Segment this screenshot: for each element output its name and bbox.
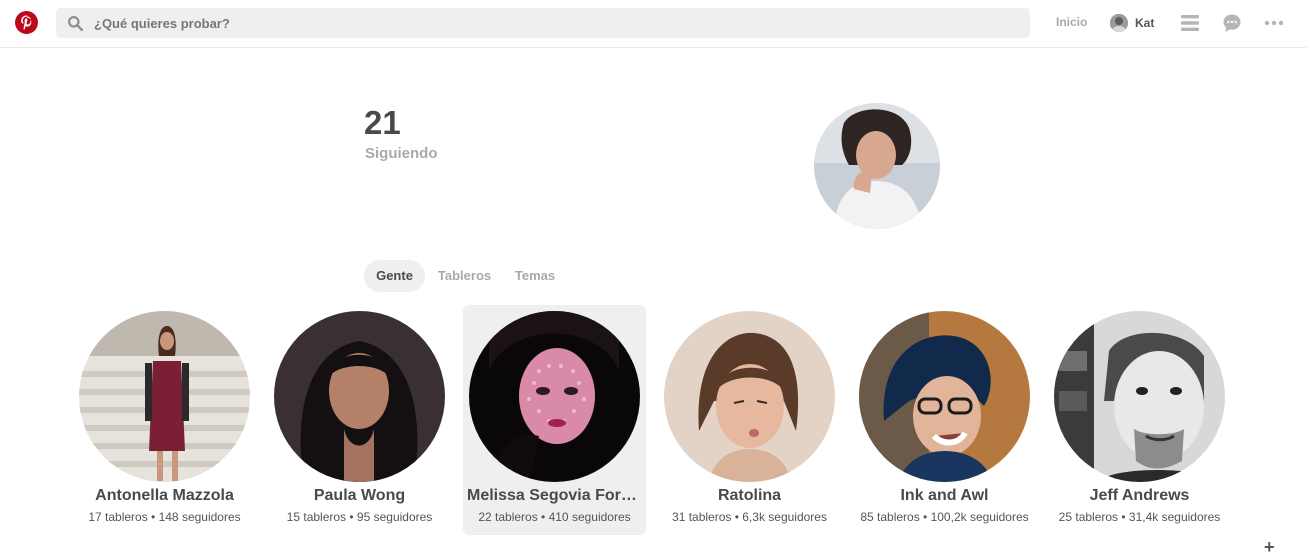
- pinterest-logo[interactable]: [15, 11, 38, 34]
- person-avatar: [274, 311, 445, 482]
- person-name: Melissa Segovia Forr…: [467, 487, 644, 504]
- tab-people[interactable]: Gente: [364, 260, 425, 292]
- person-stats: 15 tableros • 95 seguidores: [286, 510, 433, 524]
- tab-boards[interactable]: Tableros: [431, 260, 498, 292]
- following-label: Siguiendo: [365, 145, 438, 162]
- person-stats: 22 tableros • 410 seguidores: [478, 510, 631, 524]
- plus-icon[interactable]: +: [1264, 538, 1275, 556]
- person-card[interactable]: Jeff Andrews 25 tableros • 31,4k seguido…: [1048, 305, 1231, 535]
- user-name: Kat: [1135, 16, 1155, 30]
- person-avatar: [1054, 311, 1225, 482]
- person-name: Jeff Andrews: [1089, 487, 1190, 504]
- person-avatar: [859, 311, 1030, 482]
- person-stats: 31 tableros • 6,3k seguidores: [672, 510, 827, 524]
- person-stats: 25 tableros • 31,4k seguidores: [1058, 510, 1221, 524]
- tab-topics[interactable]: Temas: [506, 260, 564, 292]
- user-avatar: [1110, 14, 1128, 32]
- person-name: Paula Wong: [313, 487, 406, 504]
- person-avatar: [664, 311, 835, 482]
- top-nav-bar: Inicio Kat: [0, 0, 1306, 48]
- person-stats: 85 tableros • 100,2k seguidores: [860, 510, 1029, 524]
- menu-icon[interactable]: [1179, 13, 1201, 33]
- person-avatar: [469, 311, 640, 482]
- person-stats: 17 tableros • 148 seguidores: [88, 510, 241, 524]
- person-card[interactable]: Melissa Segovia Forr… 22 tableros • 410 …: [463, 305, 646, 535]
- person-card[interactable]: Antonella Mazzola 17 tableros • 148 segu…: [73, 305, 256, 535]
- home-link[interactable]: Inicio: [1056, 15, 1087, 29]
- user-profile-link[interactable]: Kat: [1110, 13, 1154, 33]
- person-avatar: [79, 311, 250, 482]
- person-card[interactable]: Ratolina 31 tableros • 6,3k seguidores: [658, 305, 841, 535]
- messages-icon[interactable]: [1221, 13, 1243, 33]
- person-name: Ink and Awl: [900, 487, 989, 504]
- search-icon: [68, 16, 84, 32]
- person-name: Ratolina: [717, 487, 782, 504]
- more-icon[interactable]: [1263, 13, 1285, 33]
- person-card[interactable]: Paula Wong 15 tableros • 95 seguidores: [268, 305, 451, 535]
- profile-avatar[interactable]: [814, 103, 940, 229]
- person-card[interactable]: Ink and Awl 85 tableros • 100,2k seguido…: [853, 305, 1036, 535]
- search-input[interactable]: [94, 8, 1014, 38]
- following-count: 21: [364, 104, 401, 141]
- person-name: Antonella Mazzola: [95, 487, 234, 504]
- search-bar[interactable]: [56, 8, 1030, 38]
